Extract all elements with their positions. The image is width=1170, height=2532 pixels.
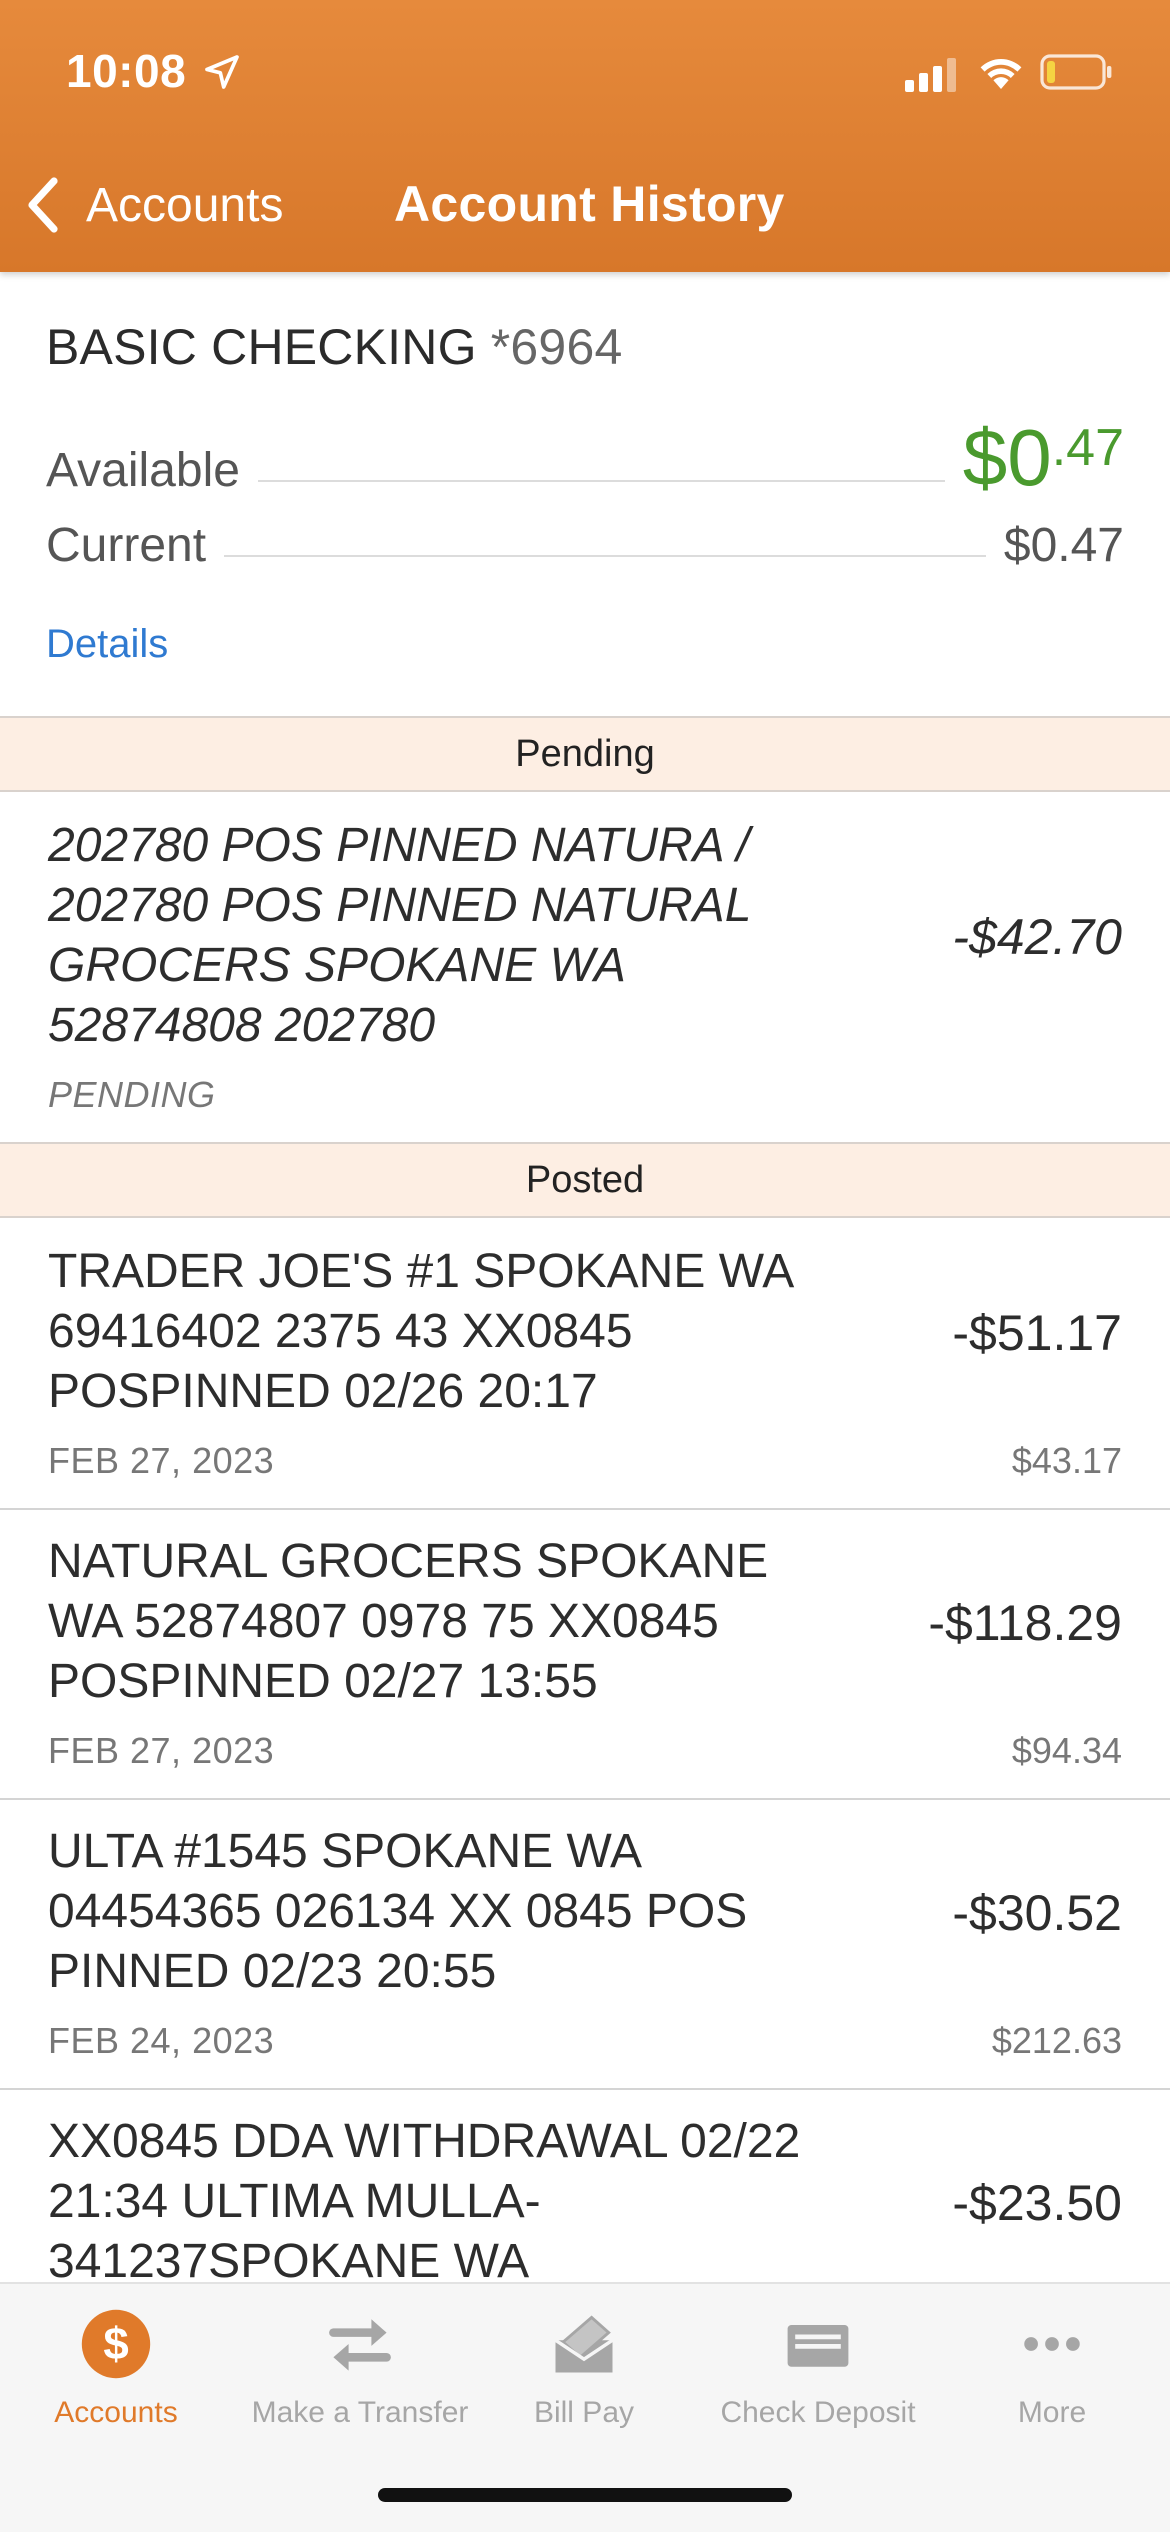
tab-label: Make a Transfer bbox=[251, 2396, 469, 2429]
battery-low-icon bbox=[1040, 54, 1112, 90]
current-amount: $0.47 bbox=[1003, 519, 1124, 572]
posted-transaction-row[interactable]: NATURAL GROCERS SPOKANE WA 52874807 0978… bbox=[0, 1508, 1170, 1800]
tab-more[interactable]: More bbox=[942, 2306, 1162, 2446]
running-balance: $212.63 bbox=[991, 2020, 1122, 2061]
posted-section-header: Posted bbox=[0, 1142, 1170, 1218]
bill-pay-envelope-icon bbox=[554, 2315, 614, 2373]
transaction-status: PENDING bbox=[48, 1074, 216, 1115]
tab-accounts[interactable]: $ Accounts bbox=[6, 2306, 226, 2446]
running-balance: $94.34 bbox=[1011, 1730, 1122, 1771]
nav-header: 10:08 Accounts Account History bbox=[0, 0, 1170, 272]
transaction-description: TRADER JOE'S #1 SPOKANE WA 69416402 2375… bbox=[48, 1245, 792, 1418]
svg-text:$: $ bbox=[103, 2318, 128, 2369]
chevron-left-icon bbox=[28, 177, 58, 233]
pending-section-header: Pending bbox=[0, 716, 1170, 792]
account-history-screen: 10:08 Accounts Account History BASIC CHE… bbox=[0, 0, 1170, 2532]
current-label: Current bbox=[46, 519, 207, 572]
running-balance: $43.17 bbox=[1011, 1440, 1122, 1481]
details-link[interactable]: Details bbox=[46, 622, 168, 667]
posted-transaction-row[interactable]: TRADER JOE'S #1 SPOKANE WA 69416402 2375… bbox=[0, 1218, 1170, 1510]
account-number-suffix: *6964 bbox=[490, 319, 623, 375]
transaction-amount: -$51.17 bbox=[952, 1305, 1122, 1361]
leader-line bbox=[257, 480, 945, 482]
transaction-description: XX0845 DDA WITHDRAWAL 02/22 21:34 ULTIMA… bbox=[48, 2115, 801, 2288]
transaction-amount: -$30.52 bbox=[952, 1885, 1122, 1941]
tab-make-a-transfer[interactable]: Make a Transfer bbox=[250, 2306, 470, 2446]
available-balance-row: Available $0.47 bbox=[46, 418, 1124, 498]
transfer-arrows-icon bbox=[329, 2319, 391, 2371]
location-arrow-icon bbox=[205, 55, 239, 89]
current-balance-row: Current $0.47 bbox=[46, 518, 1124, 573]
wifi-icon bbox=[980, 59, 1022, 89]
tab-check-deposit[interactable]: Check Deposit bbox=[708, 2306, 928, 2446]
account-name: BASIC CHECKING *6964 bbox=[46, 318, 622, 376]
tab-label: Check Deposit bbox=[720, 2396, 916, 2429]
transaction-amount: -$23.50 bbox=[952, 2175, 1122, 2231]
transaction-date: FEB 27, 2023 bbox=[48, 1440, 275, 1481]
posted-transaction-row[interactable]: ULTA #1545 SPOKANE WA 04454365 026134 XX… bbox=[0, 1798, 1170, 2090]
available-label: Available bbox=[46, 444, 240, 497]
back-button[interactable]: Accounts bbox=[24, 170, 283, 240]
check-deposit-icon bbox=[787, 2325, 849, 2367]
back-button-label: Accounts bbox=[86, 178, 284, 232]
available-amount: $0.47 bbox=[963, 418, 1124, 498]
tab-label: More bbox=[1017, 2396, 1087, 2429]
transaction-amount: -$118.29 bbox=[928, 1595, 1122, 1651]
tab-label: Bill Pay bbox=[533, 2396, 635, 2429]
home-indicator[interactable] bbox=[378, 2488, 792, 2502]
dollar-circle-icon: $ bbox=[81, 2309, 151, 2379]
cell-signal-icon bbox=[905, 58, 956, 92]
available-cents: .47 bbox=[1051, 419, 1124, 477]
available-dollars: $0 bbox=[962, 413, 1052, 502]
more-dots-icon bbox=[1024, 2337, 1080, 2351]
transaction-date: FEB 24, 2023 bbox=[48, 2020, 275, 2061]
leader-line bbox=[224, 555, 986, 557]
status-time: 10:08 bbox=[66, 45, 187, 97]
pending-transaction-row[interactable]: 202780 POS PINNED NATURA / 202780 POS PI… bbox=[0, 792, 1170, 1144]
transaction-description: NATURAL GROCERS SPOKANE WA 52874807 0978… bbox=[48, 1535, 769, 1708]
transaction-description: ULTA #1545 SPOKANE WA 04454365 026134 XX… bbox=[48, 1825, 748, 1998]
tab-bill-pay[interactable]: Bill Pay bbox=[474, 2306, 694, 2446]
page-title: Account History bbox=[394, 176, 785, 232]
transaction-description: 202780 POS PINNED NATURA / 202780 POS PI… bbox=[48, 819, 751, 1052]
account-type: BASIC CHECKING bbox=[46, 319, 477, 375]
transaction-amount: -$42.70 bbox=[952, 909, 1122, 965]
tab-label: Accounts bbox=[54, 2396, 178, 2429]
transaction-date: FEB 27, 2023 bbox=[48, 1730, 275, 1771]
